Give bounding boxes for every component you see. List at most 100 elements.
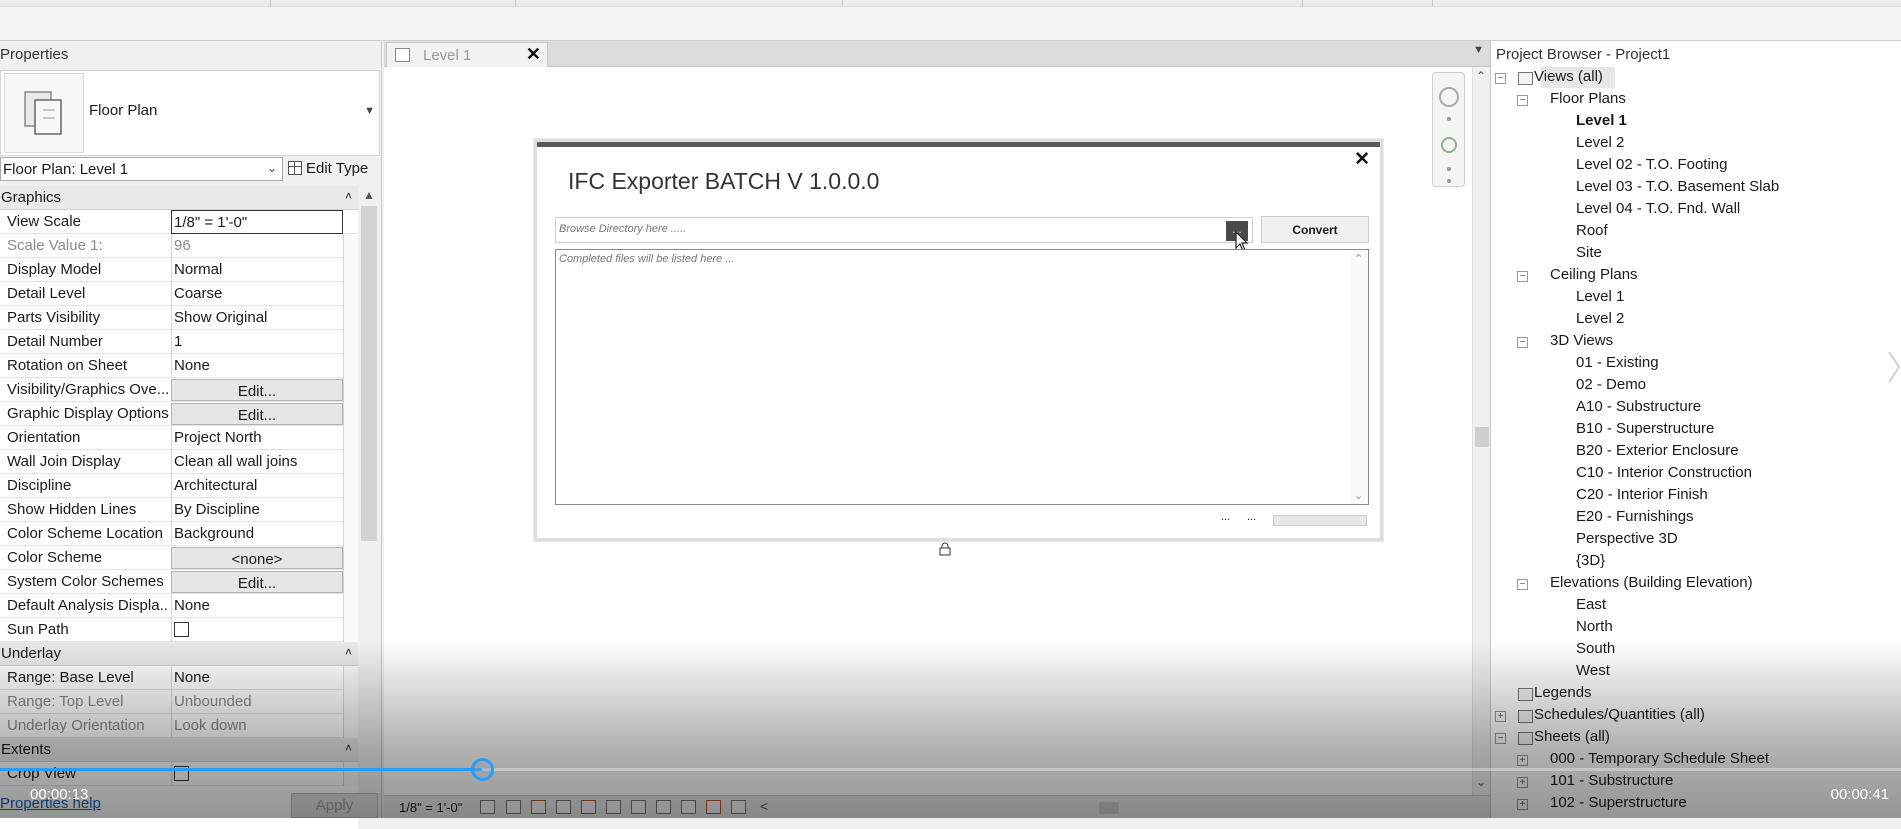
tree-item-elevation[interactable]: North <box>1576 618 1613 638</box>
tree-item-3d-view[interactable]: Perspective 3D <box>1576 530 1678 550</box>
tree-item-floor-plan[interactable]: Level 02 - T.O. Footing <box>1576 156 1727 176</box>
collapse-icon[interactable]: − <box>1517 95 1528 106</box>
tree-item-3d-view[interactable]: 02 - Demo <box>1576 376 1646 396</box>
scroll-up-icon[interactable]: ⌃ <box>1476 69 1486 83</box>
property-value[interactable]: Architectural <box>171 474 343 498</box>
property-value[interactable]: None <box>171 594 343 618</box>
property-value[interactable]: Normal <box>171 258 343 282</box>
group-underlay[interactable]: Underlay ˄ <box>0 642 358 666</box>
tree-item-3d-view[interactable]: C20 - Interior Finish <box>1576 486 1708 506</box>
show-crop-icon[interactable] <box>606 800 621 814</box>
group-graphics[interactable]: Graphics ˄ <box>0 186 358 210</box>
type-dropdown-icon[interactable]: ▼ <box>364 105 375 117</box>
edit-type-button[interactable]: Edit Type <box>288 157 382 181</box>
property-value[interactable]: None <box>171 354 343 378</box>
color-scheme-button[interactable]: <none> <box>171 547 343 569</box>
unlock-3d-icon[interactable] <box>631 800 646 814</box>
expand-icon[interactable]: + <box>1517 755 1528 766</box>
navigation-bar[interactable] <box>1432 72 1465 187</box>
tree-sheets[interactable]: Sheets (all) <box>1534 728 1610 748</box>
tab-level-1[interactable]: Level 1 ✕ <box>386 42 548 67</box>
navbar-options-icon[interactable] <box>1447 179 1451 183</box>
tree-item-3d-view[interactable]: 01 - Existing <box>1576 354 1659 374</box>
lock-icon[interactable] <box>939 542 951 556</box>
graphic-display-edit-button[interactable]: Edit... <box>171 403 343 425</box>
instance-selector[interactable]: Floor Plan: Level 1 ⌄ <box>0 157 283 181</box>
reveal-hidden-icon[interactable] <box>681 800 696 814</box>
scrollbar-thumb[interactable] <box>1475 427 1489 447</box>
tree-item-sheet[interactable]: 000 - Temporary Schedule Sheet <box>1550 750 1769 770</box>
tree-item-ceiling-plan[interactable]: Level 2 <box>1576 310 1624 330</box>
shadows-icon[interactable] <box>556 800 571 814</box>
tree-3d-views[interactable]: 3D Views <box>1550 332 1613 352</box>
detail-level-icon[interactable] <box>480 800 495 814</box>
property-value[interactable]: 1 <box>171 330 343 354</box>
property-value[interactable]: By Discipline <box>171 498 343 522</box>
convert-button[interactable]: Convert <box>1261 216 1369 243</box>
tree-item-3d-view[interactable]: C10 - Interior Construction <box>1576 464 1752 484</box>
tree-item-elevation[interactable]: East <box>1576 596 1606 616</box>
temporary-hide-icon[interactable] <box>656 800 671 814</box>
scroll-up-icon[interactable]: ⌃ <box>1354 252 1363 265</box>
visual-style-icon[interactable] <box>506 800 521 814</box>
collapse-icon[interactable]: − <box>1517 271 1528 282</box>
collapse-icon[interactable]: − <box>1495 73 1506 84</box>
chevron-right-icon[interactable] <box>1887 350 1901 384</box>
tree-item-sheet[interactable]: 101 - Substructure <box>1550 772 1673 792</box>
tree-item-floor-plan[interactable]: Site <box>1576 244 1602 264</box>
collapse-icon[interactable]: ˄ <box>345 741 352 755</box>
group-extents[interactable]: Extents ˄ <box>0 738 358 762</box>
tree-item-floor-plan[interactable]: Level 03 - T.O. Basement Slab <box>1576 178 1779 198</box>
sun-path-checkbox[interactable] <box>174 622 189 637</box>
zoom-icon[interactable] <box>1441 137 1457 153</box>
property-value[interactable]: Project North <box>171 426 343 450</box>
dialog-title-bar[interactable] <box>537 142 1380 147</box>
tree-views-all[interactable]: Views (all) <box>1534 68 1603 88</box>
tree-item-floor-plan[interactable]: Level 2 <box>1576 134 1624 154</box>
collapse-icon[interactable]: ˄ <box>345 645 352 659</box>
tree-legends[interactable]: Legends <box>1534 684 1592 704</box>
tabs-menu-icon[interactable]: ▼ <box>1473 44 1484 56</box>
tree-item-sheet[interactable]: 102 - Superstructure <box>1550 794 1687 814</box>
wheel-menu-icon[interactable] <box>1447 117 1451 121</box>
property-value[interactable]: Clean all wall joins <box>171 450 343 474</box>
property-value[interactable]: Show Original <box>171 306 343 330</box>
scroll-down-icon[interactable]: ⌄ <box>1354 489 1363 502</box>
property-value[interactable]: Background <box>171 522 343 546</box>
scrollbar-thumb[interactable] <box>361 206 377 541</box>
tree-item-3d-view[interactable]: A10 - Substructure <box>1576 398 1701 418</box>
tree-item-3d-view[interactable]: {3D} <box>1576 552 1605 572</box>
property-value[interactable]: Coarse <box>171 282 343 306</box>
scroll-down-icon[interactable]: ⌄ <box>1476 775 1486 789</box>
tree-floor-plans[interactable]: Floor Plans <box>1550 90 1626 110</box>
directory-input[interactable]: Browse Directory here ..... <box>555 217 1253 243</box>
view-scale-input[interactable]: 1/8" = 1'-0" <box>171 210 343 234</box>
tree-item-elevation[interactable]: West <box>1576 662 1610 682</box>
tree-item-3d-view[interactable]: E20 - Furnishings <box>1576 508 1694 528</box>
properties-scrollbar[interactable]: ▲ <box>358 186 380 829</box>
collapse-icon[interactable]: − <box>1495 733 1506 744</box>
tree-item-floor-plan[interactable]: Roof <box>1576 222 1608 242</box>
tree-item-ceiling-plan[interactable]: Level 1 <box>1576 288 1624 308</box>
video-seek-handle[interactable] <box>471 758 494 781</box>
horizontal-scrollbar-thumb[interactable] <box>1099 802 1119 814</box>
results-scrollbar[interactable]: ⌃ ⌄ <box>1351 250 1368 504</box>
view-scrollbar[interactable]: ⌃ ⌄ <box>1472 67 1490 795</box>
type-selector[interactable]: Floor Plan ▼ <box>0 70 380 156</box>
close-icon[interactable]: ✕ <box>1354 148 1370 171</box>
tree-item-floor-plan[interactable]: Level 04 - T.O. Fnd. Wall <box>1576 200 1740 220</box>
property-value[interactable]: None <box>171 666 343 690</box>
expand-icon[interactable]: + <box>1517 777 1528 788</box>
collapse-icon[interactable]: ˄ <box>345 189 352 203</box>
tree-schedules[interactable]: Schedules/Quantities (all) <box>1534 706 1705 726</box>
zoom-menu-icon[interactable] <box>1447 167 1451 171</box>
view-scale-button[interactable]: 1/8" = 1'-0" <box>399 800 462 815</box>
scroll-up-icon[interactable]: ▲ <box>363 188 375 202</box>
tree-ceiling-plans[interactable]: Ceiling Plans <box>1550 266 1638 286</box>
sun-path-icon[interactable] <box>531 800 546 814</box>
tree-item-floor-plan[interactable]: Level 1 <box>1576 112 1627 132</box>
temporary-view-properties-icon[interactable] <box>706 800 721 814</box>
tree-item-elevation[interactable]: South <box>1576 640 1615 660</box>
collapse-arrow-icon[interactable]: < <box>760 798 768 814</box>
tree-elevations[interactable]: Elevations (Building Elevation) <box>1550 574 1753 594</box>
